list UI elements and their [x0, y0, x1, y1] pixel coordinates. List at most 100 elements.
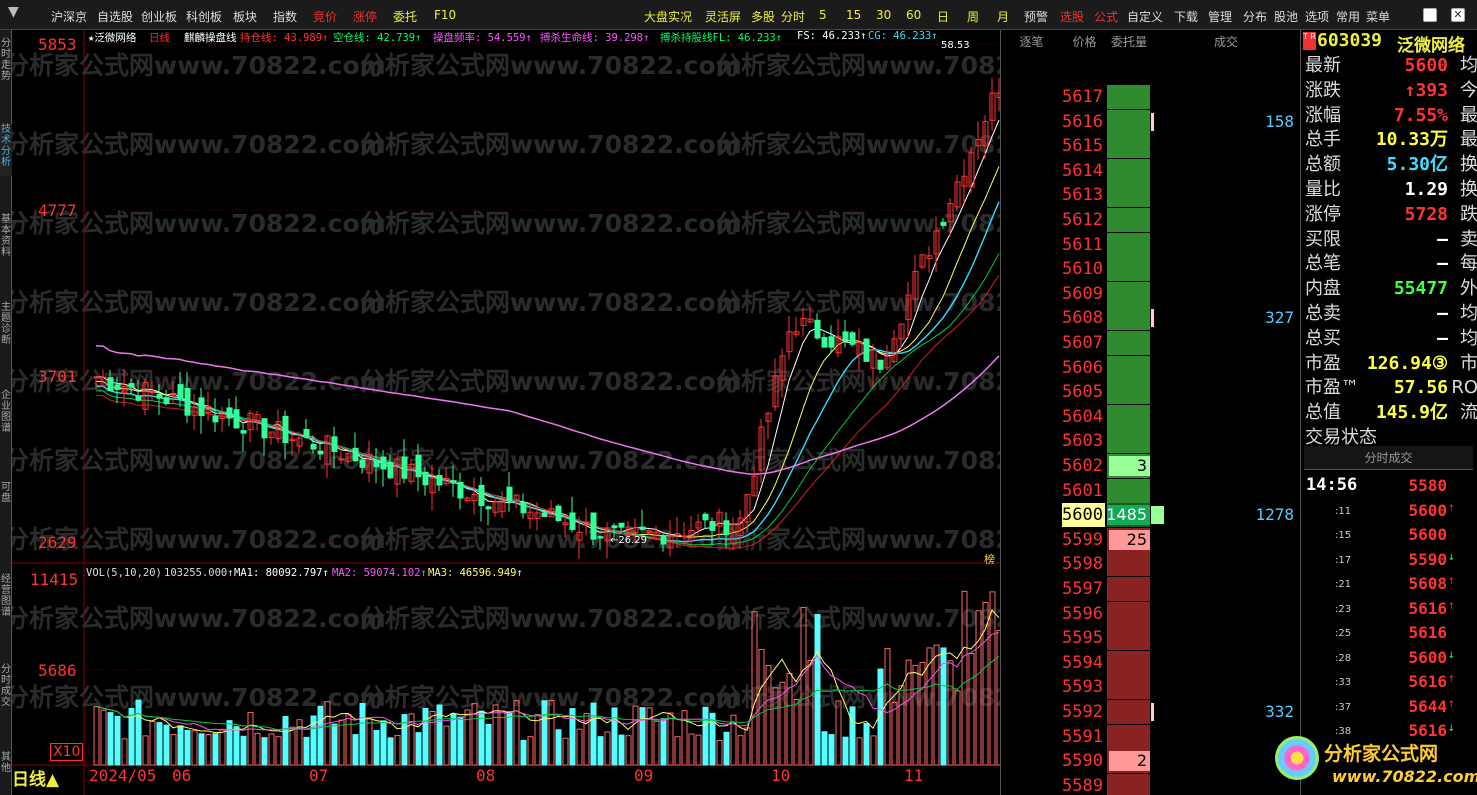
menu-manage[interactable]: 管理: [1208, 8, 1232, 25]
candle-body: [114, 384, 121, 390]
period-switch-button[interactable]: 日线▲: [12, 765, 59, 790]
order-book-row[interactable]: 5614: [1001, 158, 1301, 184]
tab-intraday-trend[interactable]: 分时走势: [0, 38, 12, 90]
menu-hushenjing[interactable]: 沪深京: [51, 8, 87, 25]
menu-chinext[interactable]: 创业板: [141, 8, 177, 25]
minimize-icon[interactable]: [1423, 8, 1437, 22]
menu-intraday[interactable]: 分时: [781, 8, 805, 25]
menu-index[interactable]: 指数: [273, 8, 297, 25]
tab-technical-analysis[interactable]: 技术分析: [0, 124, 12, 176]
tick-time: 14:56: [1306, 475, 1358, 495]
watermark-text: 分析家公式网www.70822.com: [716, 51, 1000, 80]
menu-limit-up[interactable]: 涨停: [353, 8, 377, 25]
order-book-row[interactable]: 5594: [1001, 650, 1301, 676]
order-book-row[interactable]: 5602②3: [1001, 454, 1301, 479]
order-book-row[interactable]: 5592 332: [1001, 700, 1301, 725]
tab-company-graph[interactable]: 企业图谱: [0, 390, 12, 442]
quote-row: 总额 5.30亿换: [1305, 153, 1477, 178]
menu-stock-pool[interactable]: 股池: [1274, 8, 1298, 25]
order-book-row[interactable]: 5591: [1001, 724, 1301, 750]
order-book-row[interactable]: 5599①25: [1001, 527, 1301, 553]
order-book-row[interactable]: 5616 158: [1001, 109, 1301, 135]
menu-60min[interactable]: 60: [906, 8, 921, 22]
tab-kepan[interactable]: 可盘: [0, 482, 12, 512]
kline-chart-svg[interactable]: 分析家公式网www.70822.com分析家公式网www.70822.com分析…: [12, 30, 1000, 795]
book-price: 5613: [1062, 185, 1103, 206]
order-book-row[interactable]: 5617: [1001, 85, 1301, 110]
rank-button[interactable]: 榜: [984, 551, 995, 567]
menu-custom[interactable]: 自定义: [1127, 8, 1163, 25]
menu-download[interactable]: 下载: [1174, 8, 1198, 25]
order-book-row[interactable]: 5603: [1001, 429, 1301, 454]
order-book-row[interactable]: 5611: [1001, 232, 1301, 258]
menu-f10[interactable]: F10: [434, 8, 456, 22]
tab-other[interactable]: 其他: [0, 752, 12, 782]
close-icon[interactable]: ✕: [1451, 8, 1465, 22]
tab-time-sales[interactable]: 分时成交: [0, 664, 12, 716]
book-depth-cell: [1107, 232, 1150, 257]
menu-daily[interactable]: 日: [937, 8, 949, 25]
tab-fundamentals[interactable]: 基本资料: [0, 214, 12, 266]
book-depth-cell: [1107, 552, 1150, 577]
book-depth-cell: [1107, 700, 1150, 724]
menu-dropdown-icon[interactable]: ▼: [8, 4, 19, 20]
menu-flex-screen[interactable]: 灵活屏: [705, 8, 741, 25]
order-book-row[interactable]: 5610: [1001, 257, 1301, 282]
menu-weekly[interactable]: 周: [967, 8, 979, 25]
order-book-row[interactable]: 5597: [1001, 577, 1301, 602]
order-book-row[interactable]: 5606: [1001, 355, 1301, 381]
menu-multi-stock[interactable]: 多股: [751, 8, 775, 25]
menu-5min[interactable]: 5: [819, 8, 827, 22]
order-book-row[interactable]: 5595: [1001, 626, 1301, 651]
order-book-row[interactable]: 5604: [1001, 404, 1301, 430]
menu-market-live[interactable]: 大盘实况: [644, 8, 692, 25]
book-depth-cell: [1107, 183, 1150, 208]
menu-common[interactable]: 常用: [1336, 8, 1360, 25]
menu-15min[interactable]: 15: [846, 8, 861, 22]
order-book-row[interactable]: 5601: [1001, 478, 1301, 504]
order-book-row[interactable]: 5593: [1001, 675, 1301, 700]
order-book-row[interactable]: 5615: [1001, 134, 1301, 159]
tab-theme-diagnosis[interactable]: 主题诊断: [0, 302, 12, 354]
menu-order[interactable]: 委托: [393, 8, 417, 25]
menu-30min[interactable]: 30: [876, 8, 891, 22]
volume-bar: [541, 700, 548, 766]
menu-alert[interactable]: 预警: [1024, 8, 1048, 25]
menu-auction[interactable]: 竞价: [313, 8, 337, 25]
quote-extra: RO: [1451, 377, 1477, 399]
book-depth-cell: [1107, 429, 1150, 454]
order-book-row[interactable]: 5590②2: [1001, 749, 1301, 774]
vol-ma-line: [95, 632, 1000, 731]
menu-formula[interactable]: 公式: [1094, 8, 1118, 25]
volume-bar: [604, 731, 611, 766]
order-book-row[interactable]: 5600 1485 1278: [1001, 503, 1301, 528]
order-book-row[interactable]: 5607: [1001, 331, 1301, 356]
order-book-row[interactable]: 5598: [1001, 552, 1301, 577]
tab-business-graph[interactable]: 经营图谱: [0, 574, 12, 626]
order-book-row[interactable]: 5613: [1001, 183, 1301, 208]
menu-sector[interactable]: 板块: [233, 8, 257, 25]
order-book-row[interactable]: 5609: [1001, 281, 1301, 307]
menu-options[interactable]: 选项: [1305, 8, 1329, 25]
order-book-row[interactable]: 5612: [1001, 208, 1301, 233]
volume-bar: [492, 704, 499, 766]
volume-bar: [443, 725, 450, 766]
menu-distribution[interactable]: 分布: [1243, 8, 1267, 25]
volume-bar: [702, 706, 709, 766]
order-book-row[interactable]: 5608 327: [1001, 306, 1301, 331]
book-price: 5604: [1062, 406, 1103, 427]
order-book-row[interactable]: 5589: [1001, 773, 1301, 795]
menu-star-market[interactable]: 科创板: [186, 8, 222, 25]
menu-monthly[interactable]: 月: [997, 8, 1009, 25]
quote-value: 10.33万: [1375, 129, 1448, 151]
menu-watchlist[interactable]: 自选股: [97, 8, 133, 25]
volume-bar: [163, 724, 170, 766]
menu-main[interactable]: 菜单: [1366, 8, 1390, 25]
order-book-row[interactable]: 5596: [1001, 601, 1301, 627]
header-tick-by-tick[interactable]: 逐笔: [1001, 30, 1062, 55]
book-price: 5602: [1062, 456, 1103, 476]
order-book-row[interactable]: 5605: [1001, 380, 1301, 405]
volume-bar: [618, 734, 625, 766]
menu-screener[interactable]: 选股: [1060, 8, 1084, 25]
kline-chart-panel[interactable]: 分析家公式网www.70822.com 分析家公式网www.70822.com 分析…: [12, 30, 1000, 795]
